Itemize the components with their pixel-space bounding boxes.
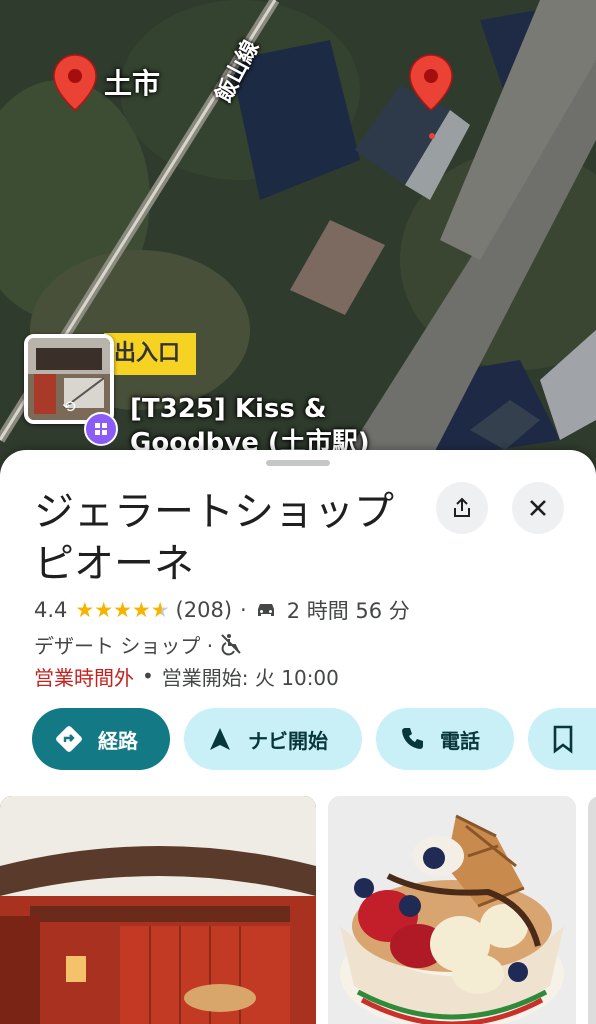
close-button[interactable] [512,482,564,534]
phone-icon [398,725,426,753]
rating-value: 4.4 [34,598,68,622]
drive-time: 2 時間 56 分 [286,599,410,623]
bullet: • [142,664,154,688]
call-button[interactable]: 電話 [376,708,514,770]
station-label[interactable]: 土市 [104,62,160,102]
opening-time: 営業開始: 火 10:00 [161,665,339,690]
car-icon [255,601,277,619]
star-icon: ★ [75,597,95,622]
share-icon [454,497,470,517]
entrance-badge: 出入口 [104,333,196,375]
bookmark-icon [550,724,576,754]
directions-icon [54,724,84,754]
category-row: デザート ショップ · [34,628,243,660]
navigation-arrow-icon [206,725,234,753]
not-wheelchair-accessible-icon[interactable] [219,632,243,656]
close-icon [530,500,546,516]
start-navigation-label: ナビ開始 [248,728,328,753]
share-button[interactable] [436,482,488,534]
storefront-image [0,796,316,1024]
start-navigation-button[interactable]: ナビ開始 [184,708,362,770]
rating-row[interactable]: 4.4 ★ ★ ★ ★ ★ (208) · 2 時間 56 分 [34,594,410,626]
place-details-sheet: ジェラートショップ ピオーネ 4.4 ★ ★ ★ ★ ★ (208) · 2 時… [0,450,596,1024]
sheet-drag-handle[interactable] [266,460,330,466]
next-photo-peek[interactable] [588,796,596,1024]
waffle-dessert-image [328,796,576,1024]
half-star-icon: ★ [150,597,170,622]
dessert-photo[interactable] [328,796,576,1024]
place-category: デザート ショップ · [34,633,214,658]
star-icon: ★ [113,597,132,622]
open-status: 営業時間外 [34,665,134,690]
hours-row[interactable]: 営業時間外 • 営業開始: 火 10:00 [34,660,339,692]
maps-app: 土市 飯山線 出入口 ⟲ [T325] Kiss & Goodbye (土市駅)… [0,0,596,1024]
poi-label-line1: [T325] Kiss & [130,394,327,424]
call-label: 電話 [440,728,480,753]
directions-label: 経路 [98,728,138,753]
action-chips: 経路 ナビ開始 電話 [32,708,596,772]
save-button[interactable] [528,708,596,770]
place-name: ジェラートショップ ピオーネ [34,489,394,587]
star-icon: ★ [94,597,114,622]
map-view[interactable]: 土市 飯山線 出入口 ⟲ [T325] Kiss & Goodbye (土市駅) [0,0,596,480]
poi-category-icon [84,412,118,446]
photo-carousel[interactable] [0,796,596,1024]
review-count: (208) [175,598,233,622]
directions-button[interactable]: 経路 [32,708,170,770]
rating-stars: ★ ★ ★ ★ ★ [75,597,170,622]
storefront-photo[interactable] [0,796,316,1024]
star-icon: ★ [131,597,151,622]
separator: · [240,598,247,622]
street-view-thumbnail[interactable]: ⟲ [24,334,114,424]
